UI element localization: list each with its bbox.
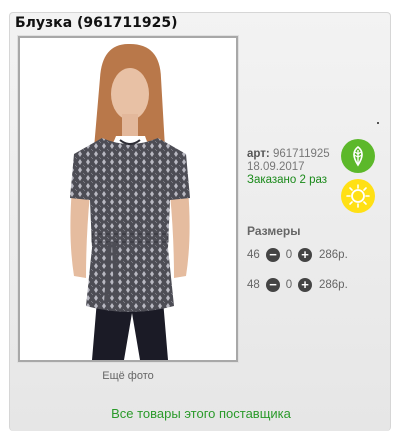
more-photos-link[interactable]: Ещё фото <box>18 370 238 382</box>
size-row: 46 − 0 + 286р. <box>247 246 348 264</box>
article-number: 961711925 <box>272 148 330 160</box>
decrease-quantity-button[interactable]: − <box>266 278 280 292</box>
size-row: 48 − 0 + 286р. <box>247 276 348 294</box>
ordered-count: Заказано 2 раз <box>247 174 328 186</box>
size-value: 48 <box>247 279 260 291</box>
size-price: 286р. <box>319 279 348 291</box>
product-info: арт: 961711925 18.09.2017 Заказано 2 раз <box>247 148 330 187</box>
product-date: 18.09.2017 <box>247 161 305 173</box>
size-price: 286р. <box>319 249 348 261</box>
decorative-dot <box>377 122 379 124</box>
decrease-quantity-button[interactable]: − <box>266 248 280 262</box>
size-value: 46 <box>247 249 260 261</box>
increase-quantity-button[interactable]: + <box>298 278 312 292</box>
increase-quantity-button[interactable]: + <box>298 248 312 262</box>
leaf-icon <box>341 139 375 173</box>
product-title: Блузка (961711925) <box>15 15 178 31</box>
quantity-value: 0 <box>285 249 293 261</box>
article-label: арт: <box>247 148 270 160</box>
sizes-heading: Размеры <box>247 224 301 238</box>
sun-icon <box>341 179 375 213</box>
quantity-value: 0 <box>285 279 293 291</box>
product-photo[interactable] <box>18 36 238 362</box>
product-photo-image <box>20 38 236 360</box>
all-supplier-goods-link[interactable]: Все товары этого поставщика <box>0 406 402 421</box>
